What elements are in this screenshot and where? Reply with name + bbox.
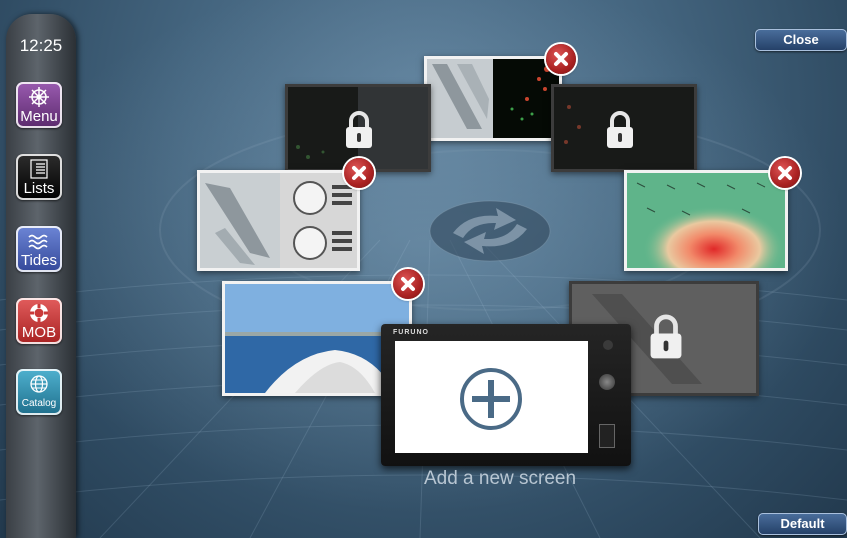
close-button[interactable]: Close [755, 29, 847, 51]
lists-label: Lists [23, 180, 55, 197]
device-card-slot [599, 424, 615, 448]
tides-button[interactable]: Tides [16, 226, 62, 272]
carousel-screen: 12:25 Menu Lists Tides MOB Catalog Close… [0, 0, 847, 538]
add-screen-label: Add a new screen [423, 468, 577, 489]
remove-screen-chart-radar-button[interactable] [546, 44, 576, 74]
remove-screen-camera-button[interactable] [393, 269, 423, 299]
lock-icon [647, 313, 685, 366]
screen-card-chart-gauges[interactable] [197, 170, 360, 271]
weather-map-thumbnail [627, 173, 785, 268]
device-brand: FURUNO [393, 329, 429, 336]
plus-circle-icon [460, 368, 522, 430]
mob-label: MOB [21, 324, 57, 341]
close-icon [778, 166, 792, 180]
waves-icon [16, 228, 62, 254]
default-button[interactable]: Default [758, 513, 847, 535]
chart-gauges-thumbnail [200, 173, 357, 268]
close-icon [401, 277, 415, 291]
remove-screen-weather-button[interactable] [770, 158, 800, 188]
rotate-arrows-icon[interactable] [428, 198, 552, 264]
sidebar: 12:25 Menu Lists Tides MOB Catalog [6, 14, 76, 538]
screen-card-weather[interactable] [624, 170, 788, 271]
clock: 12:25 [19, 36, 63, 55]
lists-button[interactable]: Lists [16, 154, 62, 200]
globe-icon [16, 371, 62, 397]
list-icon [16, 156, 62, 182]
helm-wheel-icon [16, 84, 62, 110]
lock-icon [604, 110, 636, 155]
tides-label: Tides [20, 252, 58, 269]
catalog-button[interactable]: Catalog [16, 369, 62, 415]
device-power-dot [603, 340, 613, 350]
remove-screen-chart-gauges-button[interactable] [344, 158, 374, 188]
lifebuoy-icon [16, 300, 62, 326]
close-icon [352, 166, 366, 180]
chart-radar-thumbnail [427, 59, 559, 138]
catalog-label: Catalog [21, 398, 57, 409]
close-icon [554, 52, 568, 66]
menu-label: Menu [20, 108, 58, 125]
device-knob [599, 374, 615, 390]
menu-button[interactable]: Menu [16, 82, 62, 128]
lock-icon [343, 110, 375, 155]
screen-card-chart-radar[interactable] [424, 56, 562, 141]
add-screen-tile[interactable] [395, 341, 588, 453]
add-screen-device[interactable]: FURUNO [381, 324, 631, 466]
mob-button[interactable]: MOB [16, 298, 62, 344]
